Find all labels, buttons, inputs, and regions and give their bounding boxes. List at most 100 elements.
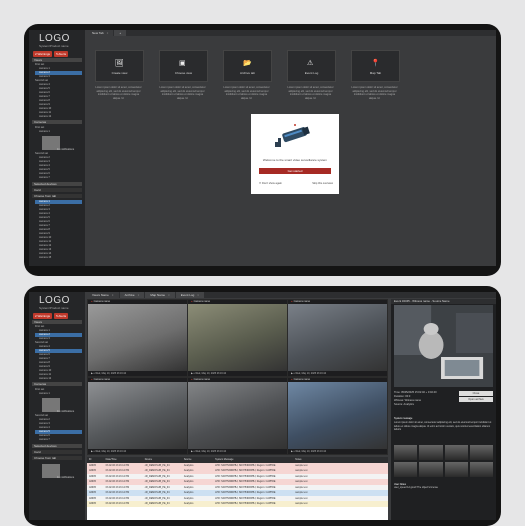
tree-item[interactable]: camera 1 <box>35 130 82 134</box>
selected-devices-header[interactable]: Selected devices <box>32 444 82 448</box>
product-name: System/Product name <box>39 44 69 48</box>
event-thumbnail[interactable] <box>419 462 443 477</box>
tree-item[interactable]: camera 1 <box>35 392 82 396</box>
close-button[interactable]: Close <box>459 391 493 396</box>
notification-count: 11 notifications <box>57 148 75 151</box>
views-section-header[interactable]: Views <box>32 320 82 324</box>
tree-item[interactable]: camera 15 <box>35 256 82 260</box>
camera-timestamp: Wed, May 10, 2025 23:16:44 <box>95 450 127 453</box>
table-cell: A6905 <box>89 502 96 505</box>
tree-item[interactable]: camera 7 <box>35 176 82 180</box>
folder-icon: 📂 <box>243 60 252 67</box>
table-row[interactable]: A6905 03.02.06 23:16:12 PM cR_DEMOSUB_PE_#… <box>87 501 388 507</box>
warnings-badge[interactable]: 2 Warnings <box>33 51 53 57</box>
event-thumbnail[interactable] <box>444 462 468 477</box>
system-message: System message Lorem ipsum dolor sit ame… <box>394 417 493 432</box>
event-thumbnail[interactable] <box>469 445 493 460</box>
camera-timestamp: Wed, May 10, 2025 23:16:44 <box>295 450 327 453</box>
close-icon[interactable]: × <box>168 293 170 297</box>
cameras-tree: First set camera 1 <box>35 126 82 134</box>
camera-feed[interactable] <box>188 304 287 371</box>
tab-item[interactable]: Views Name × <box>87 292 119 298</box>
quick-action-card[interactable]: ⚠ Event Log <box>287 50 336 82</box>
event-table: ID Date/Time Device Source System Message Not… <box>87 457 388 520</box>
camera-tile[interactable]: ●Camera name ▶ ⏸ Wed, May 10, 2025 23:16:… <box>87 299 188 377</box>
camera-feed[interactable] <box>288 304 387 371</box>
close-icon[interactable]: × <box>197 293 199 297</box>
recording-dot-icon: ● <box>91 300 93 303</box>
filter-select[interactable]: Choose from tab <box>32 194 82 198</box>
close-icon[interactable]: × <box>138 293 140 297</box>
open-archive-button[interactable]: Open archive <box>459 397 493 402</box>
camera-tile[interactable]: ●Camera name ▶ ⏸ Wed, May 10, 2025 23:16:… <box>287 299 388 377</box>
search-input[interactable]: Card <box>32 450 82 454</box>
quick-action-card[interactable]: ▣ Choose view <box>159 50 208 82</box>
add-tab-button[interactable]: + <box>114 30 127 36</box>
event-video-frame <box>394 305 493 387</box>
notification-count: 11 notifications <box>57 476 75 479</box>
card-label: Archive tab <box>239 71 255 75</box>
quick-action-card[interactable]: 📂 Archive tab <box>223 50 272 82</box>
camera-name: Camera name <box>293 300 311 303</box>
map-pin-icon: 📍 <box>371 60 380 67</box>
camera-name: Camera name <box>293 378 311 381</box>
card-description: Lorem ipsum dolor sit amet, consectetur … <box>287 86 334 100</box>
camera-tile[interactable]: ●Camera name ▶ ⏸ Wed, May 10, 2025 23:16:… <box>187 299 288 377</box>
camera-tile[interactable]: ●Camera name ▶ ⏸ Wed, May 10, 2025 23:16:… <box>187 377 288 455</box>
dont-show-label: Don't show again <box>262 182 282 185</box>
image-icon: 🖼 <box>115 60 124 67</box>
close-icon[interactable]: × <box>107 31 109 35</box>
tree-item[interactable]: camera 12 <box>35 377 82 381</box>
camera-feed[interactable] <box>88 382 187 449</box>
welcome-modal: Welcome to the smart video surveillance … <box>251 114 339 194</box>
close-icon[interactable]: × <box>112 293 114 297</box>
event-panel: Event 32345 - Witness name - Source Name… <box>391 299 496 520</box>
tree-item[interactable]: camera 12 <box>35 115 82 119</box>
selected-devices-header[interactable]: Selected devices <box>32 182 82 186</box>
camera-tile[interactable]: ●Camera name ▶ ⏸ Wed, May 10, 2025 23:16:… <box>287 377 388 455</box>
warning-icon: ⚠ <box>307 60 314 67</box>
tree-item[interactable]: camera 7 <box>35 438 82 442</box>
skip-overview-link[interactable]: Skip this overview <box>312 182 333 185</box>
alerts-badge[interactable]: 5 Alerts <box>54 313 69 319</box>
filter-select[interactable]: Choose from tab <box>32 456 82 460</box>
camera-feed[interactable] <box>288 382 387 449</box>
camera-tile[interactable]: ●Camera name ▶ ⏸ Wed, May 10, 2025 23:16:… <box>87 377 188 455</box>
card-description: Lorem ipsum dolor sit amet, consectetur … <box>95 86 142 100</box>
cameras-section-header[interactable]: Cameras <box>32 382 82 386</box>
alerts-badge[interactable]: 5 Alerts <box>54 51 69 57</box>
warnings-badge[interactable]: 2 Warnings <box>33 313 53 319</box>
sidebar: LOGO System/Product name 2 Warnings 5 Al… <box>29 292 85 520</box>
event-thumbnail[interactable] <box>394 462 418 477</box>
tab-item[interactable]: Event Log × <box>175 292 205 298</box>
cameras-section-header[interactable]: Cameras <box>32 120 82 124</box>
search-input[interactable]: Card <box>32 188 82 192</box>
camera-feed[interactable] <box>188 382 287 449</box>
event-thumbnail[interactable] <box>419 445 443 460</box>
tab-label: Views Name <box>92 293 109 297</box>
camera-feed[interactable] <box>88 304 187 371</box>
event-thumbnail[interactable] <box>469 462 493 477</box>
tab-item[interactable]: Map Name × <box>145 292 175 298</box>
camera-timestamp: Wed, May 10, 2025 23:16:44 <box>195 372 227 375</box>
event-thumbnail[interactable] <box>394 445 418 460</box>
camera-name: Camera name <box>193 378 211 381</box>
tab-item[interactable]: Archive × <box>119 292 145 298</box>
get-started-button[interactable]: Get started <box>259 168 331 174</box>
dont-show-checkbox[interactable]: ☐ Don't show again <box>259 182 282 185</box>
user-note-text: user_speed 1d good! The object's license <box>394 486 439 490</box>
event-video[interactable] <box>394 305 493 387</box>
quick-action-card[interactable]: 📍 Map Tab <box>351 50 400 82</box>
app-screen-welcome: LOGO System/Product name 2 Warnings 5 Al… <box>29 30 496 266</box>
tab-new[interactable]: New Tab × <box>87 30 114 36</box>
views-tree: First set camera 1 camera 2 camera 3 Second … <box>35 63 82 119</box>
system-message-title: System message <box>394 417 413 420</box>
quick-action-card[interactable]: 🖼 Create view <box>95 50 144 82</box>
recording-dot-icon: ● <box>191 300 193 303</box>
recording-dot-icon: ● <box>291 300 293 303</box>
alert-bar: 2 Warnings 5 Alerts <box>33 313 69 319</box>
tab-label: New Tab <box>92 31 104 35</box>
camera-name: Camera name <box>193 300 211 303</box>
event-thumbnail[interactable] <box>444 445 468 460</box>
views-section-header[interactable]: Views <box>32 58 82 62</box>
